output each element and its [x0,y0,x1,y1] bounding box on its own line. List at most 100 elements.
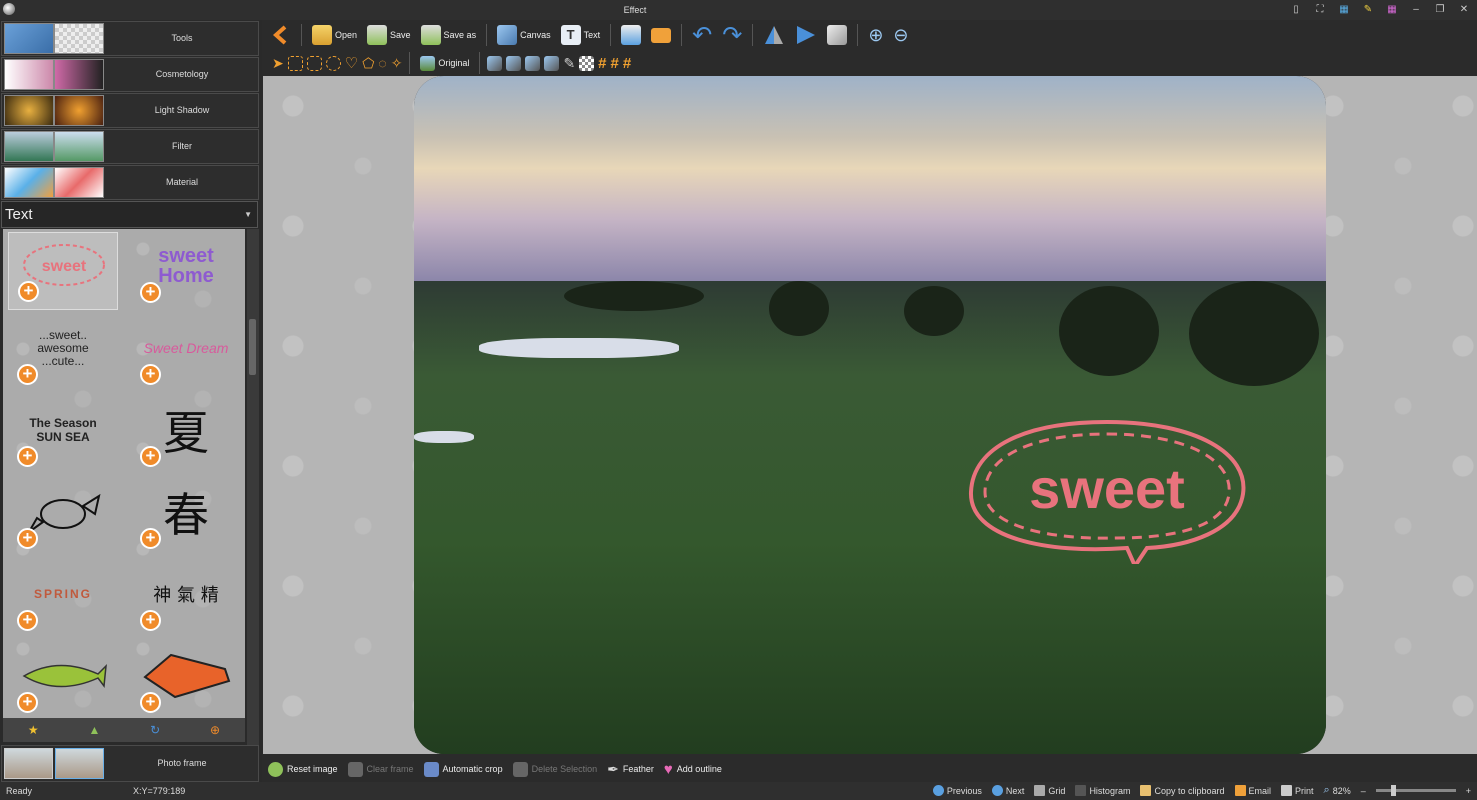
print-status-button[interactable]: Print [1281,785,1314,796]
refresh-icon[interactable]: ↻ [150,723,160,737]
zoom-slider-knob[interactable] [1390,785,1396,796]
ellipse-select-icon[interactable] [325,55,341,71]
gallery-item[interactable]: The Season SUN SEA + [8,396,118,474]
add-icon[interactable]: + [140,692,161,713]
category-tools[interactable]: Tools [1,21,259,56]
add-icon[interactable]: + [17,610,38,631]
restore-button[interactable]: ❐ [1433,3,1447,16]
reset-image-button[interactable]: Reset image [268,761,338,777]
save-button[interactable]: Save [364,22,414,48]
add-icon[interactable]: + [140,610,161,631]
flip-horizontal-button[interactable] [760,22,788,48]
original-button[interactable]: Original [417,53,472,73]
scrollbar-thumb[interactable] [249,319,256,375]
effect3-icon[interactable] [525,55,541,71]
flip-vertical-button[interactable] [792,22,820,48]
grid2-icon[interactable]: # [611,55,619,72]
automatic-crop-button[interactable]: Automatic crop [423,761,503,777]
print-button[interactable] [618,22,644,48]
zoom-in-button[interactable]: ⊕ [865,22,886,48]
pencil-icon[interactable]: ✎ [1361,3,1375,16]
gallery-item[interactable]: + [131,642,241,718]
effect4-icon[interactable] [544,55,560,71]
grid3-icon[interactable]: # [623,55,631,72]
heart-select-icon[interactable]: ♡ [345,54,358,72]
add-icon[interactable]: + [140,282,161,303]
polygon-select-icon[interactable]: ⬠ [362,55,374,72]
gallery-item[interactable]: + [8,478,118,556]
tools-thumbnail [4,23,104,54]
theme-icon[interactable]: ▦ [1337,3,1351,16]
effect2-icon[interactable] [506,55,522,71]
add-icon[interactable]: + [17,446,38,467]
add-icon[interactable]: + [17,692,38,713]
reset-icon [268,761,283,777]
rotate-button[interactable] [824,22,850,48]
fullscreen-icon[interactable]: ⛶ [1313,3,1327,16]
clear-frame-button[interactable]: Clear frame [347,761,414,777]
category-dropdown[interactable]: Text ▼ [1,201,258,228]
delete-selection-button[interactable]: Delete Selection [512,761,597,777]
gallery-scrollbar[interactable]: ▼ [247,229,259,764]
category-filter[interactable]: Filter [1,129,259,164]
histogram-button[interactable]: Histogram [1075,785,1130,796]
category-material[interactable]: Material [1,165,259,200]
rounded-rect-select-icon[interactable] [306,55,322,71]
gallery-item[interactable]: + [8,642,118,718]
gallery-item[interactable]: ...sweet.. awesome ...cute... + [8,314,118,392]
add-outline-button[interactable]: ♥ Add outline [664,761,722,778]
grid-button[interactable]: Grid [1034,785,1065,796]
gallery-item[interactable]: sweet Home + [131,232,241,310]
add-icon[interactable]: + [18,281,39,302]
add-icon[interactable]: + [17,528,38,549]
gallery-item[interactable]: Sweet Dream + [131,314,241,392]
add-icon[interactable]: ⊕ [210,723,220,737]
feather-button[interactable]: ✒ Feather [607,761,654,778]
email-button[interactable] [648,22,674,48]
close-button[interactable]: ✕ [1457,3,1471,16]
zoom-in-small-icon[interactable]: + [1466,786,1471,796]
undo-button[interactable]: ↶ [689,22,715,49]
category-cosmetology[interactable]: Cosmetology [1,57,259,92]
email-status-button[interactable]: Email [1234,785,1271,796]
gallery-item[interactable]: 夏 + [131,396,241,474]
checker-icon[interactable] [579,55,595,71]
add-icon[interactable]: + [140,528,161,549]
effect1-icon[interactable] [487,55,503,71]
redo-button[interactable]: ↷ [719,22,745,49]
previous-button[interactable]: Previous [932,785,982,796]
gallery-item[interactable]: 神 氣 精 + [131,560,241,638]
zoom-slider[interactable] [1375,785,1456,796]
gallery-item[interactable]: SPRING + [8,560,118,638]
brush-icon[interactable]: ✎ [563,55,575,72]
lasso-icon[interactable]: ◌ [378,55,386,71]
palette-icon[interactable]: ▦ [1385,3,1399,16]
star-icon[interactable]: ★ [28,723,39,737]
add-icon[interactable]: + [140,446,161,467]
zoom-out-button[interactable]: ⊖ [890,22,911,48]
category-light-shadow[interactable]: Light Shadow [1,93,259,128]
save-as-button[interactable]: Save as [418,22,480,48]
magic-wand-icon[interactable]: ✧ [391,55,403,72]
zoom-out-small-icon[interactable]: – [1361,786,1366,796]
speech-bubble-sticker[interactable]: sweet [967,414,1247,564]
rect-select-icon[interactable] [287,55,303,71]
gallery-item[interactable]: sweet + [8,232,118,310]
photo-canvas[interactable]: sweet [414,76,1326,754]
tree-icon[interactable]: ▲ [88,723,100,737]
page-icon[interactable]: ▯ [1289,3,1303,16]
back-button[interactable] [268,22,294,48]
add-icon[interactable]: + [17,364,38,385]
pointer-icon[interactable]: ➤ [272,55,284,72]
canvas-area[interactable]: sweet [263,76,1477,754]
canvas-button[interactable]: Canvas [494,22,554,48]
grid1-icon[interactable]: # [598,55,606,72]
copy-to-clipboard-button[interactable]: Copy to clipboard [1140,785,1225,796]
next-button[interactable]: Next [991,785,1024,796]
gallery-item[interactable]: 春 + [131,478,241,556]
open-button[interactable]: Open [309,22,360,48]
text-button[interactable]: T Text [558,22,604,48]
category-photo-frame[interactable]: Photo frame [1,745,259,782]
minimize-button[interactable]: – [1409,3,1423,16]
add-icon[interactable]: + [140,364,161,385]
